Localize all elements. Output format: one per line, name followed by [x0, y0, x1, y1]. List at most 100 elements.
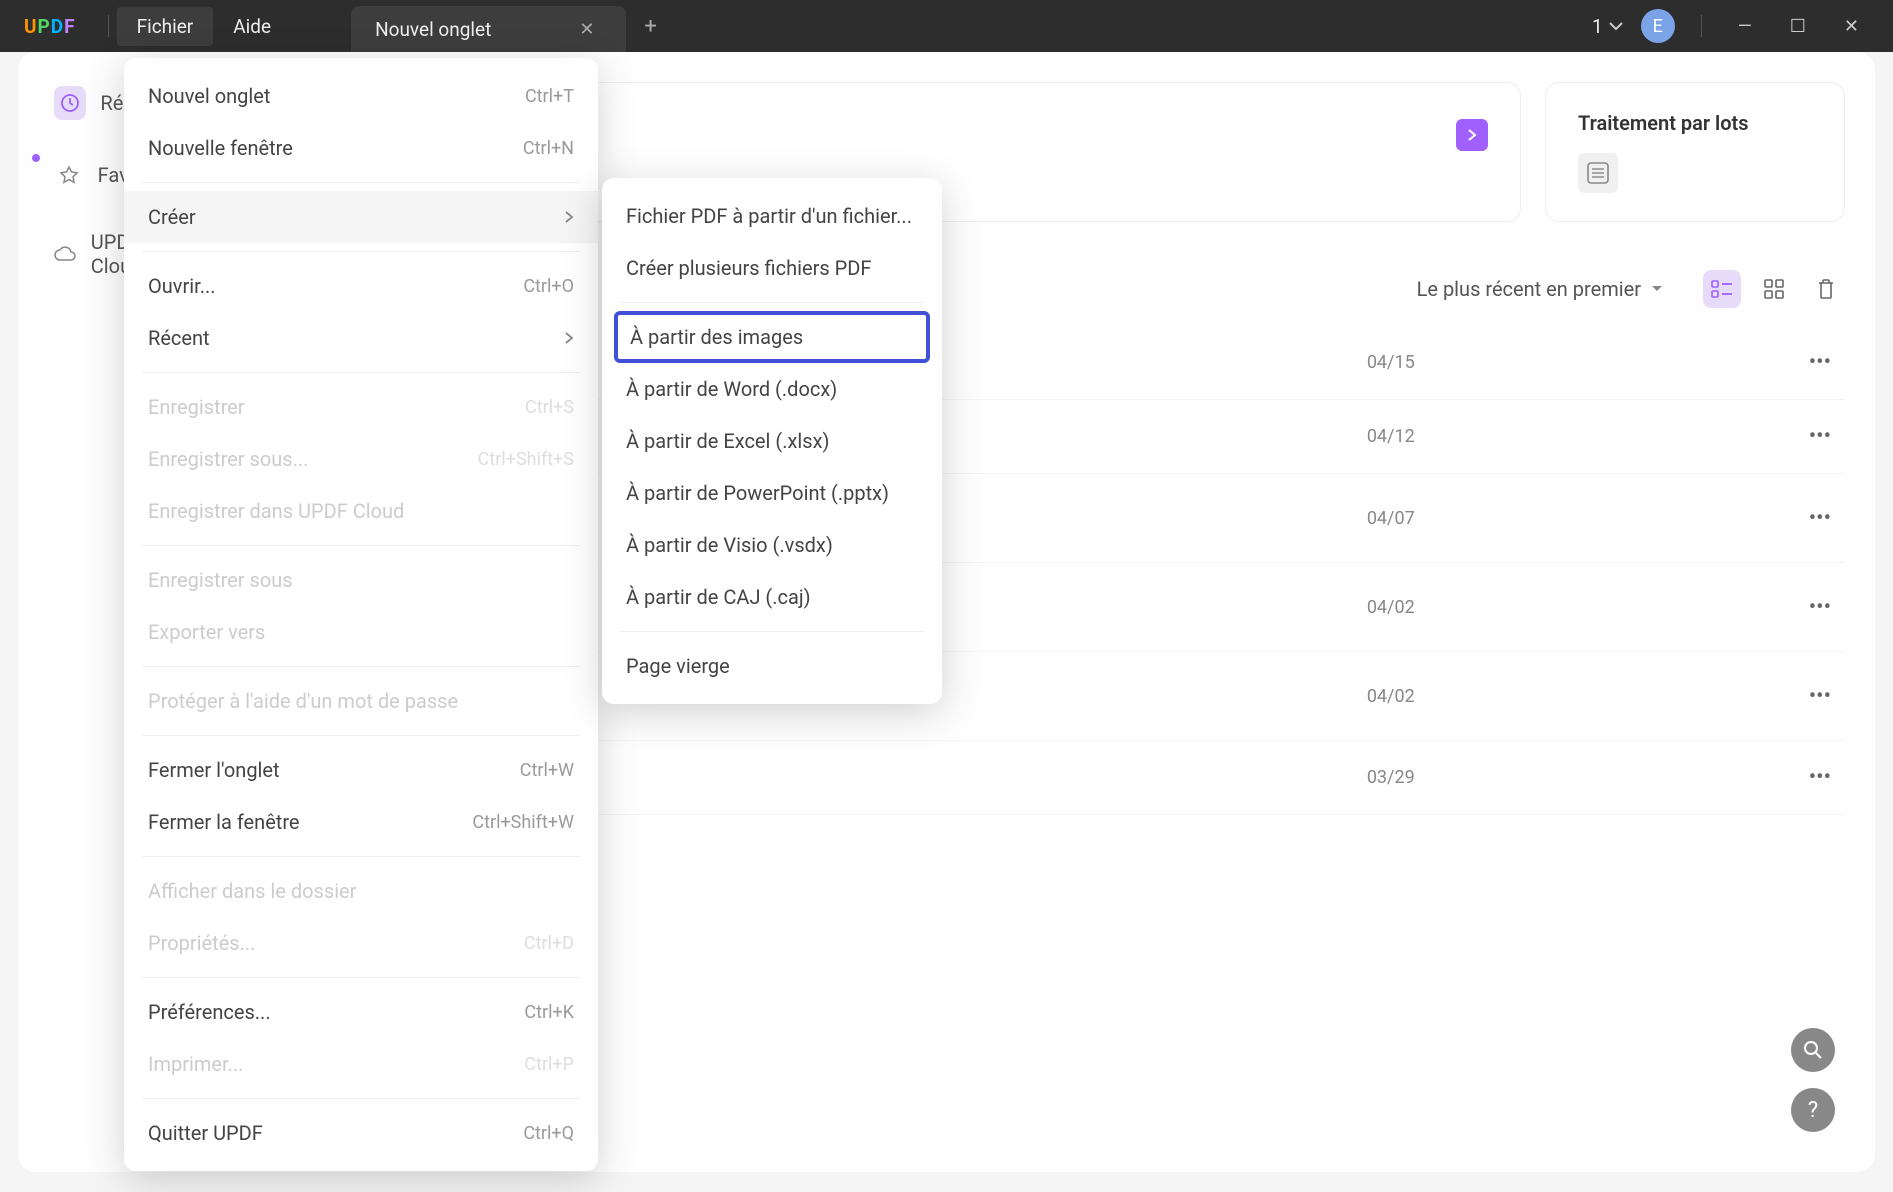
open-arrow-button[interactable] — [1456, 119, 1488, 151]
chevron-right-icon — [564, 210, 574, 224]
menu-item-label: Exporter vers — [148, 620, 265, 644]
close-icon[interactable]: ✕ — [571, 15, 602, 44]
menu-item-label: Imprimer... — [148, 1052, 243, 1076]
menu-item-label: Fermer la fenêtre — [148, 810, 300, 834]
menu-item[interactable]: Quitter UPDFCtrl+Q — [124, 1107, 598, 1159]
menu-shortcut: Ctrl+O — [523, 276, 574, 297]
menu-item-label: Afficher dans le dossier — [148, 879, 356, 903]
grid-icon — [1764, 279, 1784, 299]
menu-shortcut: Ctrl+T — [525, 86, 574, 107]
submenu-item[interactable]: À partir de Visio (.vsdx) — [602, 519, 942, 571]
file-date: 03/29 — [1367, 767, 1415, 788]
menu-item-label: Nouvelle fenêtre — [148, 136, 293, 160]
titlebar: UPDF Fichier Aide Nouvel onglet ✕ + 1 E … — [0, 0, 1893, 52]
question-icon: ? — [1808, 1098, 1818, 1123]
tab-new[interactable]: Nouvel onglet ✕ — [351, 6, 626, 52]
list-icon — [1711, 280, 1733, 298]
list-view-button[interactable] — [1703, 270, 1741, 308]
delete-button[interactable] — [1807, 270, 1845, 308]
submenu-item[interactable]: À partir de CAJ (.caj) — [602, 571, 942, 623]
menu-item[interactable]: Récent — [124, 312, 598, 364]
submenu-item[interactable]: Page vierge — [602, 640, 942, 692]
menu-separator — [142, 1098, 580, 1099]
menu-item: Exporter vers — [124, 606, 598, 658]
menu-item-label: Créer — [148, 205, 196, 229]
menu-item: Imprimer... Ctrl+P — [124, 1038, 598, 1090]
menu-item[interactable]: Nouvel onglet Ctrl+T — [124, 70, 598, 122]
menu-item[interactable]: Fermer la fenêtreCtrl+Shift+W — [124, 796, 598, 848]
menu-item-label: Enregistrer — [148, 395, 245, 419]
more-button[interactable]: ••• — [1795, 500, 1845, 537]
menu-shortcut: Ctrl+S — [525, 397, 574, 418]
menu-item-label: Propriétés... — [148, 931, 255, 955]
menu-item[interactable]: Créer — [124, 191, 598, 243]
add-tab-button[interactable]: + — [626, 6, 674, 47]
menu-item-label: Enregistrer sous — [148, 568, 293, 592]
menu-item-label: Nouvel onglet — [148, 84, 270, 108]
batch-card[interactable]: Traitement par lots — [1545, 82, 1845, 222]
more-button[interactable]: ••• — [1795, 759, 1845, 796]
more-button[interactable]: ••• — [1795, 344, 1845, 381]
menu-item-label: Récent — [148, 326, 210, 350]
cloud-icon — [54, 246, 76, 262]
active-indicator — [32, 154, 40, 162]
file-date: 04/07 — [1367, 508, 1415, 529]
minimize-button[interactable]: — — [1728, 10, 1762, 43]
menu-item[interactable]: Préférences...Ctrl+K — [124, 986, 598, 1038]
menu-item: Enregistrer Ctrl+S — [124, 381, 598, 433]
menu-item-label: Enregistrer dans UPDF Cloud — [148, 499, 404, 523]
menu-item: Protéger à l'aide d'un mot de passe — [124, 675, 598, 727]
submenu-item[interactable]: À partir de Excel (.xlsx) — [602, 415, 942, 467]
menu-help[interactable]: Aide — [213, 7, 291, 46]
menu-separator — [142, 545, 580, 546]
menu-separator — [620, 631, 924, 632]
avatar[interactable]: E — [1641, 9, 1675, 43]
menu-shortcut: Ctrl+P — [524, 1054, 574, 1075]
submenu-item[interactable]: À partir des images — [614, 311, 930, 363]
menu-shortcut: Ctrl+D — [524, 933, 574, 954]
menu-item: Propriétés... Ctrl+D — [124, 917, 598, 969]
logo: UPDF — [0, 15, 100, 38]
chevron-right-icon — [564, 331, 574, 345]
file-date: 04/02 — [1367, 597, 1415, 618]
menu-item[interactable]: Ouvrir...Ctrl+O — [124, 260, 598, 312]
file-date: 04/15 — [1367, 352, 1415, 373]
counter-badge[interactable]: 1 — [1592, 15, 1623, 38]
batch-title: Traitement par lots — [1578, 111, 1812, 135]
search-fab[interactable] — [1791, 1028, 1835, 1072]
file-date: 04/12 — [1367, 426, 1415, 447]
submenu-item[interactable]: À partir de Word (.docx) — [602, 363, 942, 415]
star-icon — [59, 165, 79, 185]
menu-separator — [142, 977, 580, 978]
menu-item[interactable]: Fermer l'ongletCtrl+W — [124, 744, 598, 796]
menu-item[interactable]: Nouvelle fenêtre Ctrl+N — [124, 122, 598, 174]
menu-shortcut: Ctrl+W — [520, 760, 574, 781]
more-button[interactable]: ••• — [1795, 589, 1845, 626]
menu-file[interactable]: Fichier — [117, 7, 214, 46]
menu-item: Enregistrer dans UPDF Cloud — [124, 485, 598, 537]
close-button[interactable]: ✕ — [1834, 10, 1869, 43]
menu-shortcut: Ctrl+N — [523, 138, 574, 159]
menu-item-label: Quitter UPDF — [148, 1121, 263, 1145]
submenu-item[interactable]: À partir de PowerPoint (.pptx) — [602, 467, 942, 519]
sort-dropdown[interactable]: Le plus récent en premier — [1417, 277, 1663, 301]
menu-item-label: Protéger à l'aide d'un mot de passe — [148, 689, 458, 713]
submenu-item[interactable]: Créer plusieurs fichiers PDF — [602, 242, 942, 294]
submenu-item[interactable]: Fichier PDF à partir d'un fichier... — [602, 190, 942, 242]
menu-shortcut: Ctrl+Shift+S — [478, 449, 574, 470]
grid-view-button[interactable] — [1755, 270, 1793, 308]
file-date: 04/02 — [1367, 686, 1415, 707]
more-button[interactable]: ••• — [1795, 678, 1845, 715]
create-submenu: Fichier PDF à partir d'un fichier...Crée… — [602, 178, 942, 704]
maximize-button[interactable]: ☐ — [1780, 10, 1816, 43]
more-button[interactable]: ••• — [1795, 418, 1845, 455]
menu-item-label: Préférences... — [148, 1000, 271, 1024]
menu-separator — [142, 735, 580, 736]
menu-item: Enregistrer sous... Ctrl+Shift+S — [124, 433, 598, 485]
divider — [108, 15, 109, 37]
search-icon — [1803, 1040, 1823, 1060]
menu-item-label: Enregistrer sous... — [148, 447, 308, 471]
help-fab[interactable]: ? — [1791, 1088, 1835, 1132]
menu-separator — [142, 372, 580, 373]
menu-separator — [142, 856, 580, 857]
